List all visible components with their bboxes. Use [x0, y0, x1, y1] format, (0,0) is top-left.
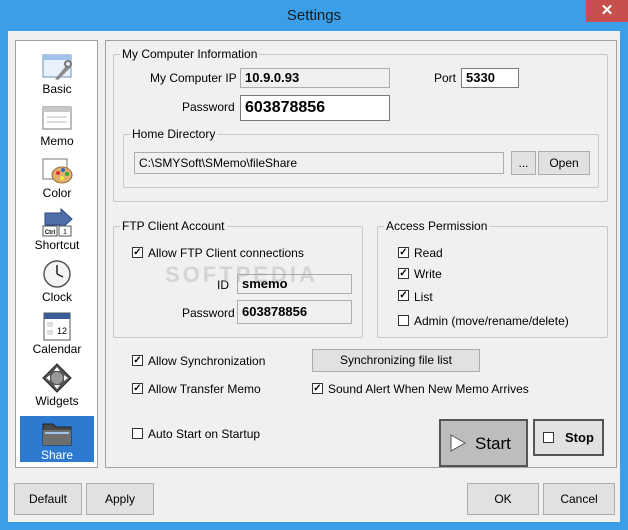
group-legend: Access Permission: [384, 219, 490, 233]
write-label: Write: [414, 267, 442, 281]
apply-button[interactable]: Apply: [86, 483, 154, 515]
settings-category-list[interactable]: Basic Memo Color Ctrl 1 Shortcut Clock 1…: [15, 40, 98, 468]
stop-label: Stop: [565, 430, 594, 445]
sidebar-item-label: Basic: [42, 82, 72, 96]
group-legend: My Computer Information: [120, 47, 260, 61]
sidebar-item-label: Color: [42, 186, 72, 200]
stop-button[interactable]: Stop: [533, 419, 604, 456]
group-legend: FTP Client Account: [120, 219, 227, 233]
sound-alert-label: Sound Alert When New Memo Arrives: [328, 382, 529, 396]
widgets-icon: [42, 363, 72, 393]
basic-icon: [42, 54, 72, 80]
play-icon: [450, 434, 466, 452]
allow-sync-checkbox[interactable]: ✓: [132, 355, 143, 366]
sidebar-item-shortcut[interactable]: Ctrl 1 Shortcut: [20, 207, 94, 255]
ok-button[interactable]: OK: [467, 483, 539, 515]
memo-icon: [42, 106, 72, 130]
allow-transfer-label: Allow Transfer Memo: [148, 382, 261, 396]
close-button[interactable]: ✕: [586, 0, 628, 22]
cancel-button[interactable]: Cancel: [543, 483, 615, 515]
sync-file-list-button[interactable]: Synchronizing file list: [312, 349, 480, 372]
sidebar-item-label: Calendar: [32, 342, 82, 356]
sound-alert-checkbox[interactable]: ✓: [312, 383, 323, 394]
watermark: SOFTPEDIA: [165, 262, 318, 287]
shortcut-icon: Ctrl 1: [42, 207, 73, 237]
my-ip-label: My Computer IP: [150, 71, 237, 85]
read-label: Read: [414, 246, 443, 260]
default-button[interactable]: Default: [14, 483, 82, 515]
sidebar-item-widgets[interactable]: Widgets: [20, 363, 94, 411]
write-checkbox[interactable]: ✓: [398, 268, 409, 279]
port-label: Port: [434, 71, 457, 85]
password-label: Password: [182, 100, 235, 114]
allow-sync-label: Allow Synchronization: [148, 354, 266, 368]
start-label: Start: [475, 434, 511, 453]
ftp-password-field[interactable]: 603878856: [237, 300, 352, 324]
ftp-password-label: Password: [182, 306, 235, 320]
read-checkbox[interactable]: ✓: [398, 247, 409, 258]
port-field[interactable]: 5330: [461, 68, 519, 88]
auto-start-checkbox[interactable]: [132, 428, 143, 439]
sidebar-item-label: Share: [40, 448, 74, 462]
sidebar-item-label: Clock: [41, 290, 72, 304]
sidebar-item-memo[interactable]: Memo: [20, 103, 94, 151]
allow-ftp-label: Allow FTP Client connections: [148, 246, 304, 260]
auto-start-label: Auto Start on Startup: [148, 427, 261, 441]
open-button[interactable]: Open: [538, 151, 590, 175]
shortcut-key-ctrl: Ctrl: [45, 230, 56, 236]
allow-transfer-checkbox[interactable]: ✓: [132, 383, 143, 394]
list-checkbox[interactable]: ✓: [398, 290, 409, 301]
sidebar-item-share[interactable]: Share: [20, 416, 94, 462]
home-directory-path-field[interactable]: C:\SMYSoft\SMemo\fileShare: [134, 152, 504, 174]
sidebar-item-label: Memo: [40, 134, 74, 148]
color-palette-icon: [42, 158, 73, 184]
close-icon: ✕: [600, 2, 614, 19]
calendar-day: 12: [57, 326, 67, 336]
allow-ftp-checkbox[interactable]: ✓: [132, 247, 143, 258]
list-label: List: [414, 290, 433, 304]
sidebar-item-color[interactable]: Color: [20, 155, 94, 203]
sidebar-item-calendar[interactable]: 12 Calendar: [20, 311, 94, 359]
clock-icon: [43, 260, 71, 288]
admin-label: Admin (move/rename/delete): [414, 314, 569, 328]
start-button[interactable]: Start: [439, 419, 528, 467]
admin-checkbox[interactable]: [398, 315, 409, 326]
window-title: Settings: [286, 7, 342, 24]
stop-square-icon: [543, 432, 554, 443]
shortcut-key-number: 1: [63, 229, 67, 236]
my-password-field[interactable]: 603878856: [240, 95, 390, 121]
sidebar-item-label: Shortcut: [34, 238, 80, 252]
calendar-icon: 12: [43, 312, 71, 341]
group-legend: Home Directory: [130, 127, 218, 141]
sidebar-item-clock[interactable]: Clock: [20, 259, 94, 307]
sidebar-item-label: Widgets: [35, 394, 79, 408]
share-folder-icon: [42, 423, 72, 446]
browse-button[interactable]: ...: [511, 151, 536, 175]
my-ip-field[interactable]: 10.9.0.93: [240, 68, 390, 88]
sidebar-item-basic[interactable]: Basic: [20, 51, 94, 99]
